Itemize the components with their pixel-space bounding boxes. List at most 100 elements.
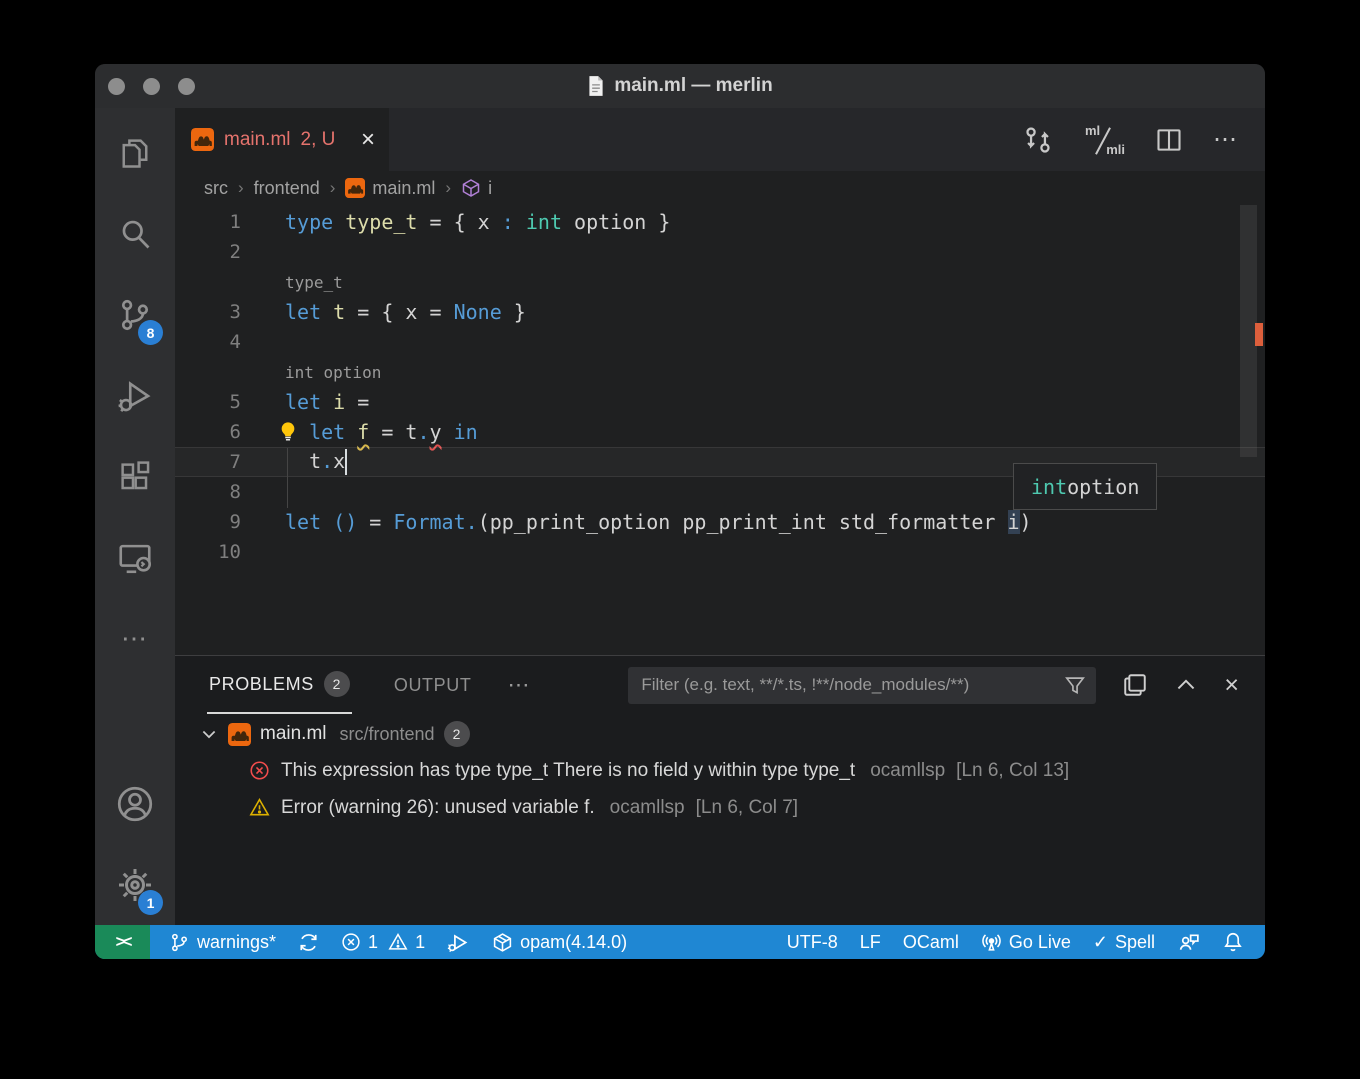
zoom-window-button[interactable] xyxy=(178,78,195,95)
line-number: 1 xyxy=(175,211,285,233)
breadcrumb-file[interactable]: main.ml xyxy=(345,178,435,199)
opam-status-item[interactable]: opam(4.14.0) xyxy=(481,932,638,953)
go-live-item[interactable]: Go Live xyxy=(970,932,1082,953)
minimize-window-button[interactable] xyxy=(143,78,160,95)
panel-more-tabs-icon[interactable]: ⋯ xyxy=(507,672,531,698)
breadcrumb-src[interactable]: src xyxy=(204,178,228,199)
feedback-icon[interactable] xyxy=(1166,931,1211,954)
chevron-down-icon[interactable] xyxy=(199,724,219,744)
code-line-1[interactable]: 1type type_t = { x : int option } xyxy=(175,207,1265,237)
split-editor-icon[interactable] xyxy=(1155,126,1183,154)
more-views-icon[interactable]: ⋯ xyxy=(95,598,175,679)
tab-output[interactable]: OUTPUT xyxy=(394,675,472,696)
title-bar: main.ml — merlin xyxy=(95,64,1265,108)
source-control-icon[interactable]: 8 xyxy=(95,274,175,355)
line-number: 9 xyxy=(175,511,285,533)
tab-problems[interactable]: PROBLEMS 2 xyxy=(207,656,352,714)
bottom-panel: PROBLEMS 2 OUTPUT ⋯ xyxy=(175,655,1265,925)
code-token: Format. xyxy=(393,510,477,534)
run-debug-icon[interactable] xyxy=(95,355,175,436)
search-icon[interactable] xyxy=(95,193,175,274)
line-number: 7 xyxy=(175,451,285,473)
sync-changes-icon[interactable] xyxy=(287,932,330,953)
code-line-3[interactable]: 3let t = { x = None } xyxy=(175,297,1265,327)
breadcrumb-frontend[interactable]: frontend xyxy=(254,178,320,199)
switch-ml-mli-icon[interactable]: ml mli xyxy=(1083,123,1125,157)
eol-item[interactable]: LF xyxy=(849,932,892,953)
code-token: let xyxy=(285,390,321,414)
code-token xyxy=(442,420,454,444)
problems-file-badge: 2 xyxy=(444,721,470,747)
code-token: let xyxy=(309,420,345,444)
line-number: 10 xyxy=(175,541,285,563)
explorer-icon[interactable] xyxy=(95,112,175,193)
line-number: 3 xyxy=(175,301,285,323)
code-text: let t = { x = None } xyxy=(285,300,1265,324)
code-token: let xyxy=(285,300,321,324)
desktop-background: main.ml — merlin 8 xyxy=(0,0,1360,1079)
code-line-10[interactable]: 10 xyxy=(175,537,1265,567)
code-token: () xyxy=(333,510,357,534)
code-text: let i = xyxy=(285,390,1265,414)
inlay-hint-row: type_t xyxy=(175,267,1265,297)
overview-ruler-error-marker xyxy=(1255,323,1263,346)
git-branch-item[interactable]: warnings* xyxy=(158,932,287,953)
problem-row-warning[interactable]: Error (warning 26): unused variable f. o… xyxy=(175,789,1265,826)
code-token: i xyxy=(333,390,345,414)
code-line-2[interactable]: 2 xyxy=(175,237,1265,267)
tab-main-ml[interactable]: main.ml 2, U × xyxy=(175,108,389,171)
code-line-6[interactable]: 6 let f = t.y in xyxy=(175,417,1265,447)
problem-row-error[interactable]: This expression has type type_t There is… xyxy=(175,752,1265,789)
account-icon[interactable] xyxy=(95,763,175,844)
code-token: } xyxy=(502,300,526,324)
code-token: int xyxy=(1031,475,1067,499)
code-text: let () = Format.(pp_print_option pp_prin… xyxy=(285,510,1265,534)
vscode-window: main.ml — merlin 8 xyxy=(95,64,1265,959)
debug-status-icon[interactable] xyxy=(436,931,481,954)
code-token xyxy=(345,420,357,444)
extensions-icon[interactable] xyxy=(95,436,175,517)
problems-file-row[interactable]: main.ml src/frontend 2 xyxy=(175,716,1265,752)
problems-filter[interactable] xyxy=(628,667,1096,704)
code-token: f xyxy=(357,420,369,444)
remote-indicator[interactable]: >< xyxy=(95,925,150,959)
problems-filter-input[interactable] xyxy=(641,675,1064,695)
problems-file-name: main.ml xyxy=(260,723,327,745)
remote-explorer-icon[interactable] xyxy=(95,517,175,598)
breadcrumb-symbol[interactable]: i xyxy=(461,178,492,199)
indent-guide xyxy=(287,448,288,508)
code-token: = { x xyxy=(417,210,501,234)
close-panel-icon[interactable]: × xyxy=(1224,673,1239,698)
tab-close-icon[interactable]: × xyxy=(361,128,375,152)
code-line-9[interactable]: 9let () = Format.(pp_print_option pp_pri… xyxy=(175,507,1265,537)
open-changes-icon[interactable] xyxy=(1023,125,1053,155)
lightbulb-icon[interactable] xyxy=(277,421,299,443)
code-editor[interactable]: 1type type_t = { x : int option }2type_t… xyxy=(175,205,1265,655)
code-token: t xyxy=(333,300,345,324)
notifications-bell-icon[interactable] xyxy=(1211,931,1255,953)
tab-label: main.ml xyxy=(224,129,291,151)
language-mode-item[interactable]: OCaml xyxy=(892,932,970,953)
inlay-hint-text: type_t xyxy=(285,273,1265,292)
panel-views-icon[interactable] xyxy=(1122,672,1148,698)
spell-checker-item[interactable]: ✓ Spell xyxy=(1082,932,1166,953)
more-actions-icon[interactable]: ⋯ xyxy=(1213,125,1239,154)
maximize-panel-icon[interactable] xyxy=(1175,674,1197,696)
code-token: None xyxy=(454,300,502,324)
status-bar: >< warnings* 1 1 xyxy=(95,925,1265,959)
code-text: type type_t = { x : int option } xyxy=(285,210,1265,234)
problems-status-item[interactable]: 1 1 xyxy=(330,932,436,953)
code-token: = xyxy=(345,390,369,414)
encoding-item[interactable]: UTF-8 xyxy=(776,932,849,953)
settings-gear-icon[interactable]: 1 xyxy=(95,844,175,925)
code-token: t xyxy=(285,449,321,473)
code-token: : xyxy=(502,210,514,234)
close-window-button[interactable] xyxy=(108,78,125,95)
code-line-4[interactable]: 4 xyxy=(175,327,1265,357)
code-token: x xyxy=(333,449,345,473)
problems-file-path: src/frontend xyxy=(340,724,435,745)
line-number: 4 xyxy=(175,331,285,353)
code-token xyxy=(321,300,333,324)
code-line-5[interactable]: 5let i = xyxy=(175,387,1265,417)
document-icon xyxy=(587,75,605,97)
